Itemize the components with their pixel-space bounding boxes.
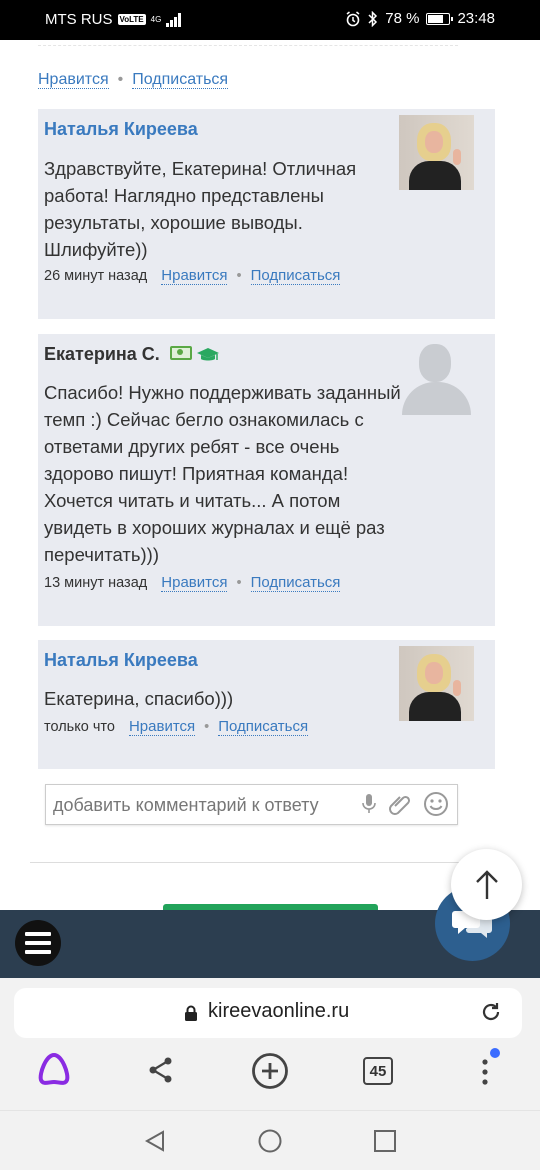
new-tab-icon[interactable] (251, 1052, 289, 1095)
attachment-icon[interactable] (387, 791, 413, 817)
site-bottom-bar (0, 886, 540, 978)
like-link[interactable]: Нравится (161, 574, 228, 592)
reload-icon[interactable] (480, 1001, 502, 1023)
like-link[interactable]: Нравится (161, 267, 228, 285)
system-navigation-bar (0, 1110, 540, 1170)
url-text: kireevaonline.ru (208, 1000, 350, 1022)
subscribe-link[interactable]: Подписаться (132, 71, 229, 89)
comment-author[interactable]: Екатерина С. (44, 344, 220, 365)
comment-text: Екатерина, спасибо))) (44, 688, 234, 709)
battery-percent: 78 % (385, 10, 420, 27)
subscribe-link[interactable]: Подписаться (250, 267, 341, 285)
comment: Наталья Киреева Екатерина, спасибо))) то… (38, 640, 495, 769)
comment-meta: 26 минут назад Нравится • Подписаться (44, 267, 341, 285)
recents-icon[interactable] (373, 1129, 397, 1158)
signal-icon (166, 12, 182, 27)
money-badge-icon (169, 346, 192, 361)
comment-time: только что (44, 719, 115, 735)
page-content: Нравится • Подписаться Наталья Киреева Здр… (0, 40, 540, 910)
subscribe-link[interactable]: Подписаться (218, 718, 309, 736)
share-icon[interactable] (147, 1056, 175, 1089)
comment-author[interactable]: Наталья Киреева (44, 119, 198, 140)
carrier-name: MTS RUS (45, 11, 113, 28)
comment-author[interactable]: Наталья Киреева (44, 650, 198, 671)
comment: Екатерина С. Спасибо! Нужно поддерживать… (38, 334, 495, 626)
comment-time: 13 минут назад (44, 575, 148, 591)
comment-meta: 13 минут назад Нравится • Подписаться (44, 574, 341, 592)
top-comment-actions: Нравится • Подписаться (38, 71, 229, 89)
like-link[interactable]: Нравится (38, 71, 109, 89)
back-icon[interactable] (143, 1129, 167, 1158)
reply-input[interactable]: добавить комментарий к ответу (45, 784, 458, 825)
volte-badge: VoLTE (117, 14, 146, 25)
alice-assistant-icon[interactable] (36, 1052, 72, 1091)
comment: Наталья Киреева Здравствуйте, Екатерина!… (38, 109, 495, 319)
browser-nav-row: 45 (0, 1048, 540, 1096)
subscribe-link[interactable]: Подписаться (250, 574, 341, 592)
avatar[interactable] (399, 340, 474, 415)
tabs-count-button[interactable]: 45 (363, 1057, 393, 1085)
browser-toolbar: kireevaonline.ru 45 (0, 978, 540, 1110)
home-icon[interactable] (258, 1129, 282, 1158)
more-options-icon[interactable] (477, 1056, 493, 1093)
comment-author-name: Екатерина С. (44, 344, 160, 364)
microphone-icon[interactable] (361, 792, 377, 816)
notification-dot (490, 1048, 500, 1058)
hamburger-menu-button[interactable] (15, 920, 61, 966)
status-bar: MTS RUS VoLTE 4G 78 % 23:48 (0, 0, 540, 40)
emoji-icon[interactable] (423, 791, 449, 817)
lock-icon (185, 1005, 197, 1021)
clock: 23:48 (457, 10, 495, 27)
comment-text: Здравствуйте, Екатерина! Отличная работа… (44, 158, 357, 260)
address-bar[interactable]: kireevaonline.ru (14, 988, 522, 1038)
comment-meta: только что Нравится • Подписаться (44, 718, 309, 736)
arrow-up-icon (475, 869, 498, 899)
comment-text: Спасибо! Нужно поддерживать заданный тем… (44, 382, 401, 565)
divider (30, 862, 510, 863)
battery-icon (426, 12, 454, 25)
graduation-cap-icon (196, 348, 219, 361)
bluetooth-icon (368, 10, 378, 27)
scroll-to-top-button[interactable] (451, 849, 522, 920)
like-link[interactable]: Нравится (128, 718, 196, 736)
reply-placeholder: добавить комментарий к ответу (53, 795, 319, 815)
alarm-icon (346, 10, 360, 26)
avatar[interactable] (399, 646, 474, 721)
avatar[interactable] (399, 115, 474, 190)
network-type: 4G (150, 14, 162, 24)
comment-time: 26 минут назад (44, 268, 148, 284)
previous-content-edge (38, 40, 458, 46)
